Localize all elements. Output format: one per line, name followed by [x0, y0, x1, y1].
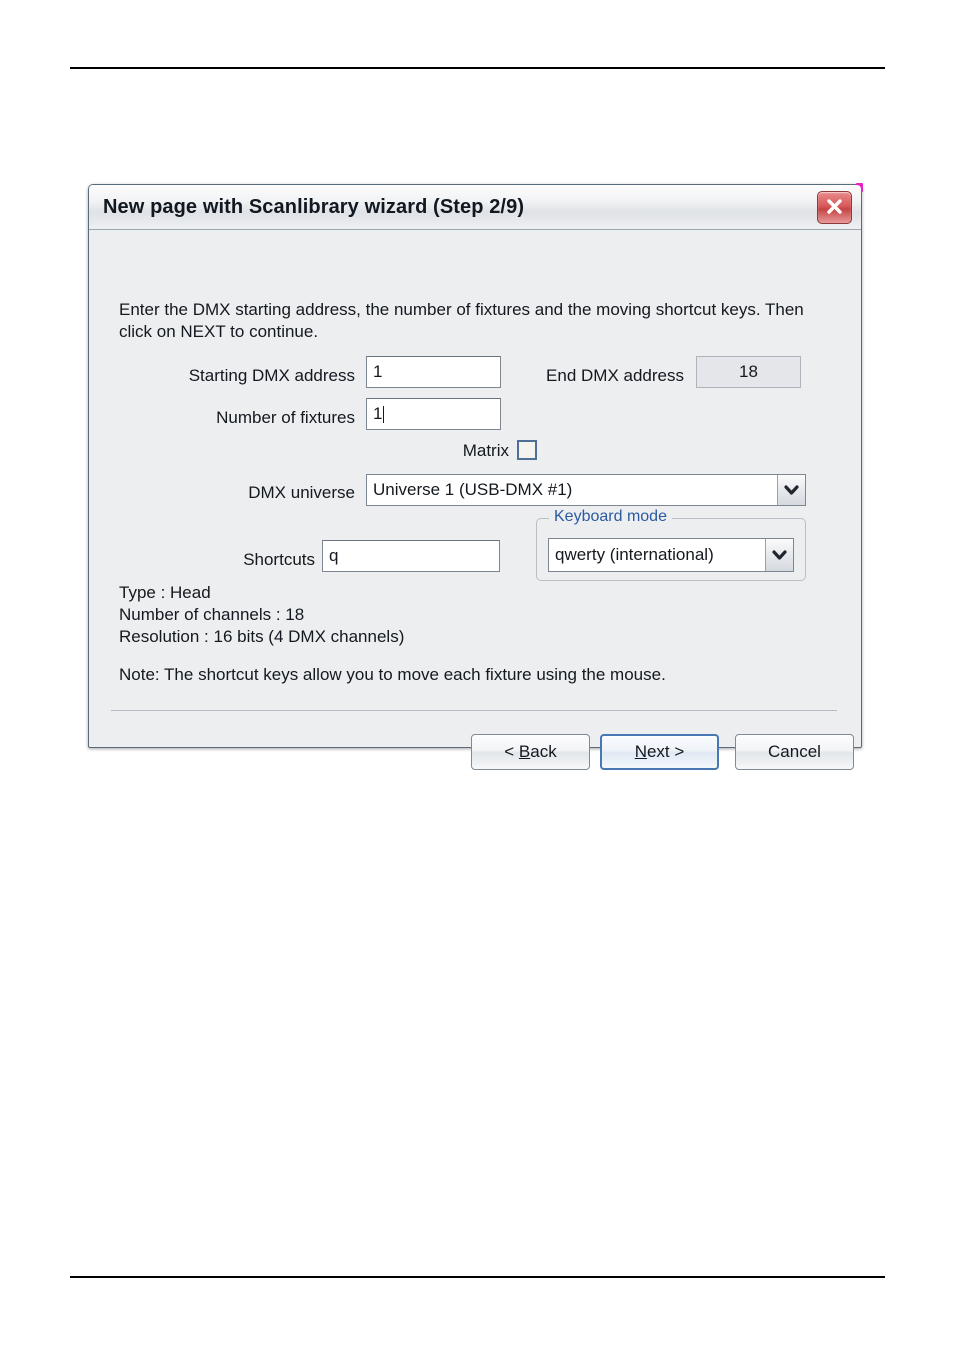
dialog-body: Enter the DMX starting address, the numb…	[89, 230, 861, 770]
back-button[interactable]: < Back	[471, 734, 590, 770]
back-button-label: < Back	[504, 742, 557, 761]
shortcuts-value: q	[329, 546, 339, 565]
number-of-fixtures-input[interactable]: 1	[366, 398, 501, 430]
footer-separator	[111, 710, 837, 711]
end-dmx-address-value-box: 18	[696, 356, 801, 388]
next-button[interactable]: Next >	[600, 734, 719, 770]
end-dmx-address-label: End DMX address	[546, 366, 684, 385]
keyboard-mode-label: Keyboard mode	[549, 508, 672, 526]
number-of-fixtures-label: Number of fixtures	[216, 408, 355, 427]
next-button-label: Next >	[634, 742, 685, 761]
fixture-channels-line: Number of channels : 18	[119, 605, 305, 624]
matrix-label: Matrix	[462, 441, 509, 460]
starting-dmx-address-value: 1	[373, 362, 383, 381]
chevron-down-icon[interactable]	[777, 475, 805, 505]
fixture-type-line: Type : Head	[119, 583, 211, 602]
dmx-universe-select[interactable]: Universe 1 (USB-DMX #1)	[366, 474, 806, 506]
chevron-down-icon[interactable]	[765, 539, 793, 571]
cancel-button[interactable]: Cancel	[735, 734, 854, 770]
text-caret	[383, 405, 385, 423]
dialog-titlebar[interactable]: New page with Scanlibrary wizard (Step 2…	[89, 185, 861, 230]
matrix-checkbox[interactable]	[517, 440, 537, 460]
wizard-dialog: New page with Scanlibrary wizard (Step 2…	[88, 183, 863, 770]
cancel-button-label: Cancel	[768, 742, 821, 761]
end-dmx-address-value: 18	[739, 362, 758, 381]
number-of-fixtures-value: 1	[373, 404, 383, 423]
starting-dmx-address-label: Starting DMX address	[188, 366, 355, 385]
close-icon	[827, 199, 842, 214]
page-footer-rule	[70, 1276, 885, 1278]
starting-dmx-address-input[interactable]: 1	[366, 356, 501, 388]
dmx-universe-value: Universe 1 (USB-DMX #1)	[373, 480, 573, 499]
dialog-title: New page with Scanlibrary wizard (Step 2…	[103, 195, 525, 218]
close-button[interactable]	[817, 191, 852, 224]
shortcuts-input[interactable]: q	[322, 540, 500, 572]
shortcut-note-line: Note: The shortcut keys allow you to mov…	[119, 665, 666, 684]
keyboard-mode-value: qwerty (international)	[555, 545, 714, 564]
shortcuts-label: Shortcuts	[243, 550, 315, 569]
dmx-universe-label: DMX universe	[248, 483, 355, 502]
keyboard-mode-select[interactable]: qwerty (international)	[548, 538, 794, 572]
page-header-rule	[70, 67, 885, 69]
fixture-resolution-line: Resolution : 16 bits (4 DMX channels)	[119, 627, 405, 646]
instruction-text: Enter the DMX starting address, the numb…	[119, 300, 804, 342]
